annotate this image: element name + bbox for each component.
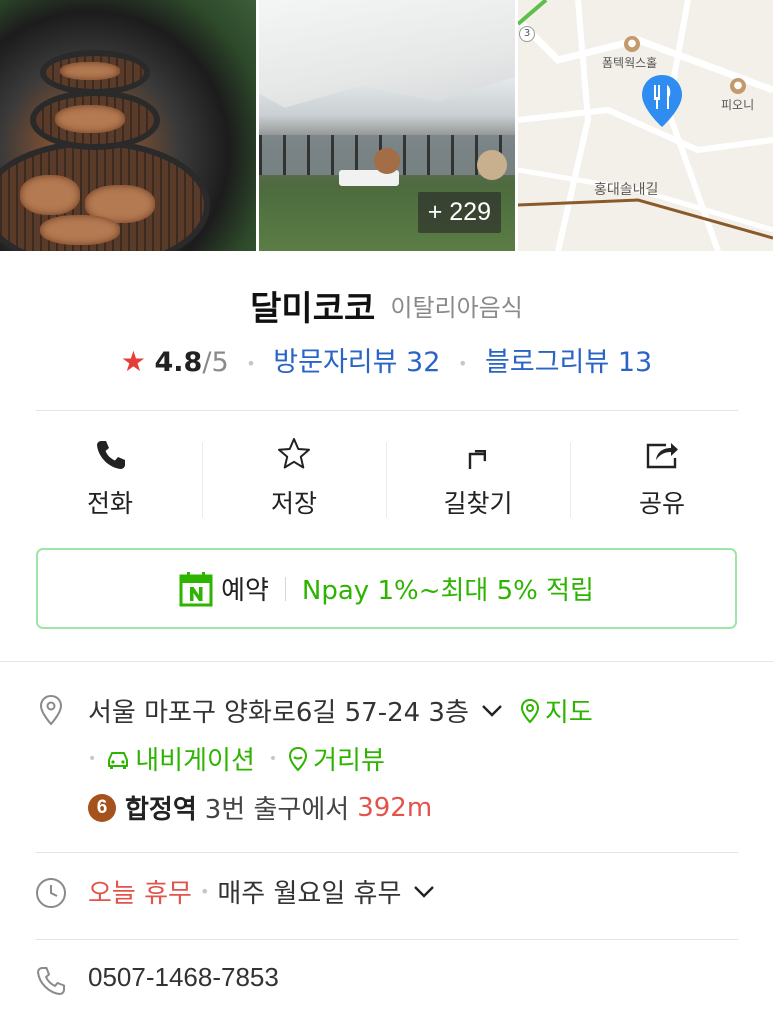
poi-icon: ● [624, 36, 640, 52]
photo-bbq-grill[interactable] [0, 0, 256, 251]
share-icon [646, 443, 678, 469]
visitor-reviews-link[interactable]: 방문자리뷰 32 [273, 347, 440, 378]
photo-map-thumbnail[interactable]: 3 ● 폼텍웍스홀 ● 피오니 홍대솔내길 [518, 0, 773, 251]
meat-shape [60, 62, 120, 80]
phone-number[interactable]: 0507-1468-7853 [88, 962, 279, 993]
map-pin-icon [642, 75, 682, 127]
streetview-icon [289, 746, 308, 771]
more-photos-badge[interactable]: + 229 [417, 192, 501, 233]
station-distance: 392m [357, 792, 433, 823]
place-name: 달미코코 [250, 289, 376, 329]
address-text: 서울 마포구 양화로6길 57-24 3층 [88, 698, 469, 728]
streetview-link-label: 거리뷰 [313, 746, 385, 776]
reserve-button[interactable]: 예약 Npay 1%~최대 5% 적립 [36, 548, 737, 629]
save-label: 저장 [270, 489, 317, 518]
blog-reviews-link[interactable]: 블로그리뷰 13 [485, 347, 652, 378]
share-label: 공유 [638, 489, 685, 518]
star-outline-icon [278, 438, 310, 469]
meat-shape [55, 105, 125, 133]
share-button[interactable]: 공유 [570, 436, 754, 520]
hours-row[interactable]: 오늘 휴무 • 매주 월요일 휴무 [88, 873, 435, 910]
save-button[interactable]: 저장 [202, 436, 386, 520]
subway-row: 6 합정역 3번 출구에서 392m [88, 789, 432, 826]
divider [36, 410, 738, 411]
navigation-link[interactable]: 내비게이션 [105, 740, 255, 777]
divider [284, 576, 286, 601]
subway-line-badge: 6 [88, 793, 116, 822]
directions-button[interactable]: 길찾기 [386, 436, 570, 520]
separator-dot: • [88, 750, 97, 767]
map-link[interactable]: 지도 [519, 692, 593, 729]
meat-shape [20, 175, 80, 215]
bear-shape [374, 148, 400, 174]
place-category: 이탈리아음식 [390, 294, 523, 322]
station-exit: 3번 출구에서 [204, 795, 350, 825]
title-row: 달미코코 이탈리아음식 [0, 281, 773, 330]
star-icon: ★ [120, 345, 146, 378]
separator-dot: • [268, 750, 278, 767]
map-label-poi-top: 폼텍웍스홀 [602, 56, 658, 70]
address-links-row: • 내비게이션 • 거리뷰 [88, 740, 385, 777]
hours-detail: 매주 월요일 휴무 [217, 879, 402, 909]
meat-shape [40, 215, 120, 245]
chevron-down-icon[interactable] [413, 885, 435, 899]
awning-shape [259, 0, 515, 108]
separator-dot: • [458, 354, 468, 373]
address-row: 서울 마포구 양화로6길 57-24 3층 지도 [88, 692, 593, 729]
naver-booking-icon [179, 571, 213, 606]
photo-strip: + 229 3 ● 폼텍웍스홀 ● 피오니 홍대솔내길 [0, 0, 773, 251]
call-label: 전화 [86, 489, 133, 518]
directions-icon [468, 449, 487, 469]
streetview-link[interactable]: 거리뷰 [287, 740, 385, 777]
clock-icon [36, 878, 66, 908]
phone-icon [97, 441, 125, 469]
divider [36, 939, 738, 940]
separator-dot: • [199, 882, 210, 901]
today-status: 오늘 휴무 [88, 879, 192, 909]
map-label-poi-right: 피오니 [721, 98, 755, 112]
photo-terrace[interactable]: + 229 [259, 0, 515, 251]
route-number-badge: 3 [519, 26, 535, 42]
directions-label: 길찾기 [443, 489, 513, 518]
section-divider [0, 661, 773, 662]
map-link-label: 지도 [544, 698, 593, 728]
reserve-label: 예약 [221, 576, 269, 606]
chevron-down-icon[interactable] [481, 704, 503, 718]
rating-value: 4.8 [154, 347, 203, 378]
phone-outline-icon [37, 967, 65, 995]
action-bar: 전화 저장 길찾기 공유 [18, 436, 754, 520]
rating-max: /5 [202, 347, 229, 378]
call-button[interactable]: 전화 [18, 436, 202, 520]
car-icon [108, 751, 129, 769]
poi-icon: ● [730, 78, 746, 94]
bear-shape [477, 150, 507, 180]
navigation-link-label: 내비게이션 [135, 746, 255, 776]
rating-row: ★ 4.8/5 • 방문자리뷰 32 • 블로그리뷰 13 [0, 340, 773, 379]
npay-promo: Npay 1%~최대 5% 적립 [301, 576, 594, 606]
map-pin-small-icon [520, 698, 539, 723]
separator-dot: • [246, 354, 256, 373]
map-label-street: 홍대솔내길 [594, 182, 659, 198]
location-pin-icon [39, 694, 63, 726]
station-name: 합정역 [125, 795, 197, 825]
divider [36, 852, 738, 853]
